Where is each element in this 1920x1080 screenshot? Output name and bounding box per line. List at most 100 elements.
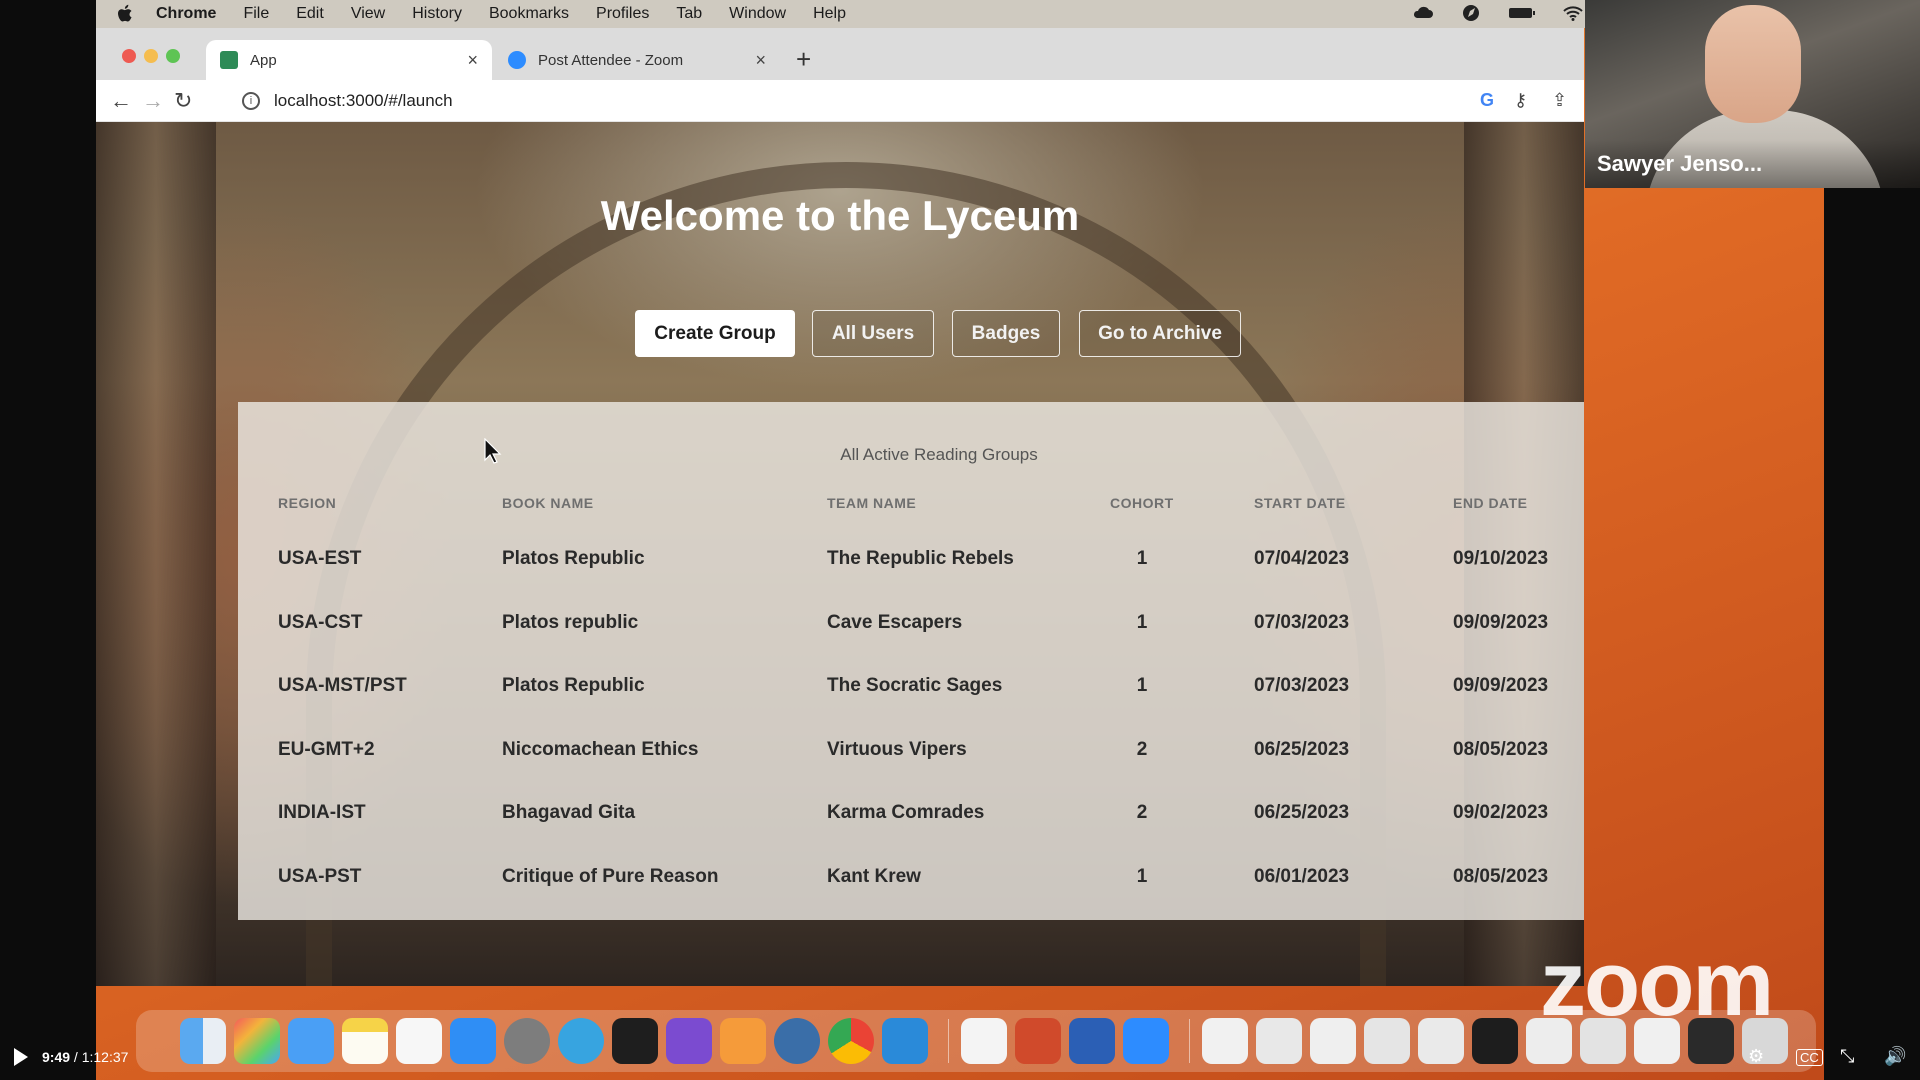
- cell-book-name: Bhagavad Gita: [502, 802, 636, 823]
- settings-gear-icon[interactable]: ⚙: [1748, 1046, 1764, 1067]
- tab-app[interactable]: App ×: [206, 40, 492, 80]
- battery-icon[interactable]: [1508, 4, 1536, 22]
- cell-team-name: Virtuous Vipers: [827, 739, 967, 760]
- forward-icon[interactable]: →: [142, 88, 164, 114]
- column-header-book-name: BOOK NAME: [502, 495, 594, 511]
- close-window-button[interactable]: [122, 49, 136, 63]
- mac-menubar: Chrome File Edit View History Bookmarks …: [96, 0, 1824, 28]
- mouse-cursor-icon: [484, 438, 502, 464]
- cell-end-date: 09/02/2023: [1453, 802, 1549, 823]
- cell-cohort: 1: [1136, 675, 1148, 696]
- menu-tab[interactable]: Tab: [676, 5, 702, 23]
- cell-book-name: Platos republic: [502, 612, 639, 633]
- table-row[interactable]: INDIA-IST Bhagavad Gita Karma Comrades 2…: [238, 802, 1584, 854]
- cell-region: USA-EST: [278, 548, 362, 569]
- all-users-button[interactable]: All Users: [812, 310, 934, 357]
- tab-zoom[interactable]: Post Attendee - Zoom ×: [494, 40, 780, 80]
- table-row[interactable]: USA-CST Platos republic Cave Escapers 1 …: [238, 612, 1584, 664]
- cell-book-name: Platos Republic: [502, 548, 645, 569]
- menu-window[interactable]: Window: [729, 5, 786, 23]
- column-header-team-name: TEAM NAME: [827, 495, 917, 511]
- cell-region: USA-MST/PST: [278, 675, 407, 696]
- cell-book-name: Platos Republic: [502, 675, 645, 696]
- cell-cohort: 2: [1136, 802, 1148, 823]
- cell-cohort: 1: [1136, 612, 1148, 633]
- badges-button[interactable]: Badges: [952, 310, 1060, 357]
- key-icon[interactable]: ⚷: [1514, 90, 1527, 111]
- menu-view[interactable]: View: [351, 5, 385, 23]
- compass-icon[interactable]: [1460, 4, 1482, 22]
- page-title: Welcome to the Lyceum: [600, 192, 1080, 239]
- column-header-end-date: END DATE: [1453, 495, 1528, 511]
- cell-team-name: Cave Escapers: [827, 612, 963, 633]
- background-pillar-left: [96, 122, 216, 986]
- playback-time: 9:49 / 1:12:37: [42, 1049, 128, 1065]
- cell-start-date: 07/04/2023: [1254, 548, 1350, 569]
- address-bar[interactable]: i localhost:3000/#/launch: [232, 85, 1352, 117]
- cell-start-date: 06/25/2023: [1254, 802, 1350, 823]
- close-tab-icon[interactable]: ×: [755, 50, 766, 71]
- reading-groups-table: All Active Reading Groups REGION BOOK NA…: [238, 402, 1584, 920]
- reload-icon[interactable]: ↻: [174, 88, 192, 114]
- table-row[interactable]: USA-PST Critique of Pure Reason Kant Kre…: [238, 866, 1584, 918]
- new-tab-button[interactable]: +: [796, 44, 811, 75]
- column-header-start-date: START DATE: [1254, 495, 1346, 511]
- menu-chrome[interactable]: Chrome: [156, 5, 216, 23]
- cell-cohort: 1: [1136, 548, 1148, 569]
- table-row[interactable]: EU-GMT+2 Niccomachean Ethics Virtuous Vi…: [238, 739, 1584, 791]
- app-favicon-icon: [220, 51, 238, 69]
- volume-icon[interactable]: 🔊: [1884, 1046, 1906, 1067]
- table-row[interactable]: USA-MST/PST Platos Republic The Socratic…: [238, 675, 1584, 727]
- zoom-window-button[interactable]: [166, 49, 180, 63]
- video-player-controls: 9:49 / 1:12:37 ⚙ CC ⤡ 🔊: [0, 1036, 1920, 1080]
- google-icon[interactable]: G: [1480, 90, 1494, 111]
- cell-start-date: 07/03/2023: [1254, 675, 1350, 696]
- table-caption: All Active Reading Groups: [840, 445, 1038, 464]
- exit-fullscreen-icon[interactable]: ⤡: [1840, 1046, 1854, 1067]
- minimize-window-button[interactable]: [144, 49, 158, 63]
- table-row[interactable]: USA-EST Platos Republic The Republic Reb…: [238, 548, 1584, 600]
- cell-cohort: 1: [1136, 866, 1148, 887]
- tab-bar: App × Post Attendee - Zoom × +: [96, 28, 1584, 80]
- cell-end-date: 09/09/2023: [1453, 675, 1549, 696]
- menu-help[interactable]: Help: [813, 5, 846, 23]
- column-header-region: REGION: [278, 495, 337, 511]
- cell-team-name: The Republic Rebels: [827, 548, 1014, 569]
- cell-team-name: Kant Krew: [827, 866, 921, 887]
- wifi-icon[interactable]: [1562, 4, 1584, 22]
- participant-name: Sawyer Jenso...: [1585, 140, 1920, 188]
- apple-icon[interactable]: [116, 4, 134, 24]
- back-icon[interactable]: ←: [110, 88, 132, 114]
- menu-history[interactable]: History: [412, 5, 462, 23]
- total-time: 1:12:37: [81, 1049, 129, 1065]
- chrome-window: App × Post Attendee - Zoom × + ← → ↻ i l…: [96, 28, 1584, 986]
- cell-book-name: Niccomachean Ethics: [502, 739, 699, 760]
- browser-toolbar: ← → ↻ i localhost:3000/#/launch G ⚷ ⇪: [96, 80, 1584, 122]
- site-info-icon[interactable]: i: [242, 92, 260, 110]
- cell-end-date: 09/10/2023: [1453, 548, 1549, 569]
- cell-region: EU-GMT+2: [278, 739, 375, 760]
- cell-region: INDIA-IST: [278, 802, 366, 823]
- video-frame: Chrome File Edit View History Bookmarks …: [0, 0, 1920, 1080]
- cell-end-date: 08/05/2023: [1453, 739, 1549, 760]
- create-group-button[interactable]: Create Group: [635, 310, 795, 357]
- cell-team-name: Karma Comrades: [827, 802, 985, 823]
- menu-bookmarks[interactable]: Bookmarks: [489, 5, 569, 23]
- cell-start-date: 06/01/2023: [1254, 866, 1350, 887]
- close-tab-icon[interactable]: ×: [467, 50, 478, 71]
- share-icon[interactable]: ⇪: [1552, 90, 1567, 111]
- cell-start-date: 06/25/2023: [1254, 739, 1350, 760]
- cell-region: USA-CST: [278, 612, 363, 633]
- participant-video[interactable]: Sawyer Jenso...: [1585, 0, 1920, 188]
- cloud-icon[interactable]: [1412, 4, 1434, 22]
- go-to-archive-button[interactable]: Go to Archive: [1079, 310, 1241, 357]
- lyceum-page: Welcome to the Lyceum Create Group All U…: [96, 122, 1584, 986]
- menu-file[interactable]: File: [243, 5, 269, 23]
- play-icon[interactable]: [14, 1048, 28, 1066]
- url-text: localhost:3000/#/launch: [274, 91, 453, 110]
- captions-icon[interactable]: CC: [1796, 1049, 1823, 1066]
- zoom-watermark-logo: zoom: [1540, 933, 1774, 1035]
- menu-edit[interactable]: Edit: [296, 5, 324, 23]
- column-header-cohort: COHORT: [1110, 495, 1174, 511]
- menu-profiles[interactable]: Profiles: [596, 5, 649, 23]
